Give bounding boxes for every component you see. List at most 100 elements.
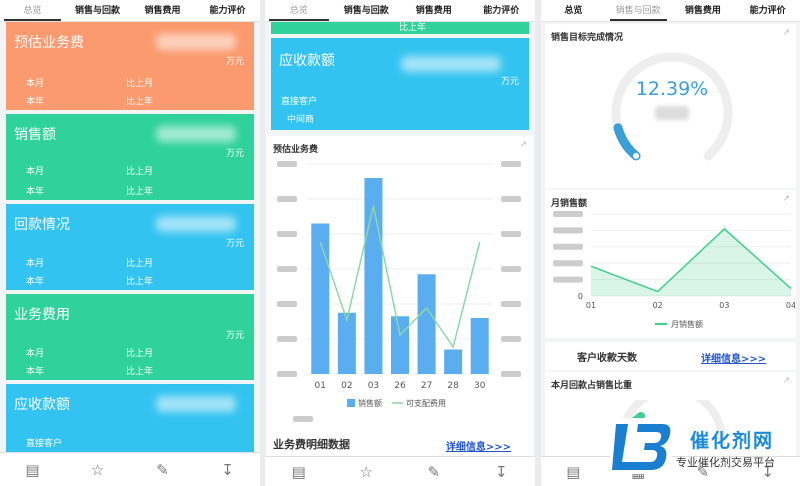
blurred-tick	[277, 266, 297, 272]
star-icon[interactable]: ☆	[354, 463, 378, 481]
row-intermediary: 中间商	[287, 112, 519, 125]
label-this-year: 本年	[26, 97, 45, 107]
bottom-nav: ▤ ☆ ✎ ↧	[265, 456, 535, 486]
tab-sales-expense[interactable]: 销售费用	[400, 0, 468, 21]
monthly-sales-card: 月销售额 ↗ 0 01 02 03 04 月销售额	[545, 190, 796, 338]
x-tick-label: 04	[786, 301, 795, 310]
tab-ability-evaluation[interactable]: 能力评价	[195, 0, 260, 21]
row-this-year: 本年 比上年	[26, 184, 244, 197]
blurred-tick	[553, 211, 583, 217]
download-icon[interactable]: ↧	[216, 461, 240, 479]
tab-overview[interactable]: 总览	[0, 0, 65, 21]
label-direct-customer: 直接客户	[281, 97, 318, 107]
blurred-tick	[501, 196, 521, 202]
legend-label-fee: 可支配费用	[406, 398, 446, 408]
blurred-tick	[501, 161, 521, 167]
pencil-icon[interactable]: ✎	[422, 463, 446, 481]
blurred-tick	[501, 231, 521, 237]
report-icon[interactable]: ▤	[287, 463, 311, 481]
tab-ability-evaluation[interactable]: 能力评价	[468, 0, 536, 21]
row-this-month: 本月 比上月	[26, 164, 244, 177]
star-icon[interactable]: ☆	[86, 461, 110, 479]
x-tick-label: 01	[315, 381, 326, 391]
label-direct-customer: 直接客户	[26, 439, 63, 449]
row-this-month: 本月 比上月	[26, 76, 244, 89]
detail-title: 业务费明细数据	[273, 438, 350, 451]
tab-bar: 总览 销售与回款 销售费用 能力评价	[0, 0, 260, 22]
card-receivables[interactable]: 应收款额 直接客户	[6, 384, 254, 454]
tab-sales-and-collection[interactable]: 销售与回款	[606, 0, 671, 21]
tab-sales-and-collection[interactable]: 销售与回款	[333, 0, 401, 21]
x-tick-label: 03	[719, 301, 729, 310]
report-icon[interactable]: ▤	[21, 461, 45, 479]
label-this-month: 本月	[26, 259, 45, 269]
expand-icon[interactable]: ↗	[782, 28, 790, 38]
label-this-month: 本月	[26, 349, 45, 359]
card-business-expense[interactable]: 业务费用 万元 本月 比上月 本年 比上年	[6, 294, 254, 380]
gauge-progress	[613, 123, 641, 161]
row-this-year: 本年 比上年	[26, 364, 244, 377]
blurred-value	[156, 34, 236, 50]
label-this-month: 本月	[26, 167, 45, 177]
blurred-tick	[501, 371, 521, 377]
pencil-icon[interactable]: ✎	[151, 461, 175, 479]
x-tick-label: 27	[421, 381, 432, 391]
bar-01	[311, 223, 330, 374]
label-vs-last-year: 比上年	[126, 97, 154, 107]
expand-icon[interactable]: ↗	[519, 140, 527, 150]
row-this-month: 本月 比上月	[26, 256, 244, 269]
tab-ability-evaluation[interactable]: 能力评价	[735, 0, 800, 21]
card-receivables[interactable]: 应收款额 万元 直接客户 中间商	[271, 38, 529, 130]
watermark: 催化剂网 专业催化剂交易平台	[610, 418, 800, 486]
legend-swatch-sales	[347, 399, 355, 407]
bar-26	[391, 316, 409, 374]
unit-label: 万元	[225, 149, 244, 159]
label-this-month: 本月	[26, 79, 45, 89]
blurred-tick	[553, 260, 583, 267]
blurred-value	[401, 56, 501, 72]
legend-label: 月销售额	[671, 319, 703, 329]
card-partial-top: 比上年	[271, 22, 529, 34]
blurred-tick	[277, 371, 297, 377]
brand-logo	[610, 418, 672, 474]
unit-label: 万元	[225, 331, 244, 341]
label-vs-last-month: 比上月	[126, 167, 154, 177]
bar-28	[444, 349, 463, 374]
card-title: 回款情况	[14, 217, 70, 233]
tab-overview[interactable]: 总览	[541, 0, 606, 21]
detail-link[interactable]: 详细信息>>>	[446, 438, 511, 453]
x-tick-label: 28	[447, 381, 459, 391]
y-tick-label: 0	[578, 292, 583, 301]
tab-sales-expense[interactable]: 销售费用	[130, 0, 195, 21]
card-title: 预估业务费	[14, 35, 84, 51]
blurred-value	[156, 126, 236, 142]
bar-27	[417, 274, 436, 374]
card-collection-status[interactable]: 回款情况 万元 本月 比上月 本年 比上年	[6, 204, 254, 290]
card-title: 销售额	[14, 127, 56, 143]
blurred-tick	[501, 336, 521, 342]
label-intermediary: 中间商	[287, 115, 315, 125]
x-tick-label: 30	[474, 381, 486, 391]
tab-sales-and-collection[interactable]: 销售与回款	[65, 0, 130, 21]
bar-30	[470, 318, 489, 374]
expand-icon[interactable]: ↗	[782, 376, 790, 386]
label-vs-last-month: 比上月	[126, 349, 154, 359]
unit-label: 万元	[225, 57, 244, 67]
download-icon[interactable]: ↧	[489, 463, 513, 481]
customer-days-link[interactable]: 详细信息>>>	[701, 350, 766, 365]
expand-icon[interactable]: ↗	[782, 194, 790, 204]
card-sales-amount[interactable]: 销售额 万元 本月 比上月 本年 比上年	[6, 114, 254, 200]
watermark-title: 催化剂网	[690, 430, 775, 452]
card-estimated-business-fee[interactable]: 预估业务费 万元 本月 比上月 本年 比上年	[6, 22, 254, 110]
label-vs-last-month: 比上月	[126, 259, 154, 269]
fee-detail-row: 业务费明细数据 详细信息>>>	[267, 432, 533, 456]
report-icon[interactable]: ▤	[561, 463, 585, 481]
label-vs-last-year: 比上年	[126, 187, 154, 197]
tab-overview[interactable]: 总览	[265, 0, 333, 21]
tab-sales-expense[interactable]: 销售费用	[671, 0, 736, 21]
x-tick-label: 01	[586, 301, 596, 310]
legend-label-sales: 销售额	[358, 398, 382, 408]
fee-bar-chart: 01 02 03 26 27 28 30 销售额 可支配费用	[277, 161, 521, 422]
blurred-tick	[553, 276, 583, 283]
label-vs-last-year: 比上年	[126, 367, 154, 377]
